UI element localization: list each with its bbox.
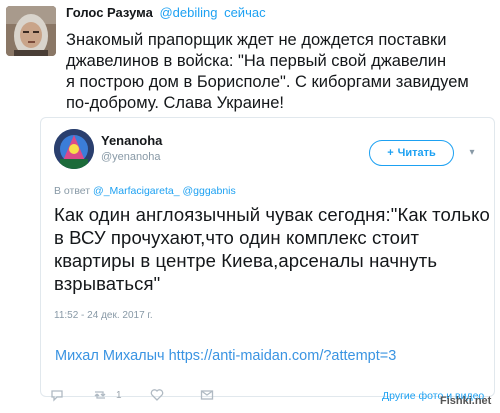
avatar-character-icon <box>54 129 94 169</box>
like-icon[interactable] <box>150 388 164 405</box>
user-handle[interactable]: @debiling <box>159 5 217 20</box>
top-tweet: Голос Разума @debiling сейчас Знакомый п… <box>0 0 500 120</box>
avatar-portrait-icon <box>6 6 56 56</box>
tweet-text: Знакомый прапорщик ждет не дождется пост… <box>66 31 469 112</box>
direct-message-icon[interactable] <box>200 388 214 405</box>
action-bar: 1 Другие фото и видео <box>40 383 495 411</box>
tweet-header: Голос Разума @debiling сейчас <box>66 5 266 20</box>
retweet-count: 1 <box>116 390 122 401</box>
embedded-tweet-timestamp[interactable]: 11:52 - 24 дек. 2017 г. <box>54 310 153 321</box>
reply-prefix: В ответ <box>54 185 91 197</box>
comment-link-line[interactable]: Михал Михалыч https://anti-maidan.com/?a… <box>55 348 396 364</box>
follow-button-label: Читать <box>397 147 436 159</box>
tweet-time[interactable]: сейчас <box>224 5 266 20</box>
chevron-down-icon[interactable]: ▾ <box>466 147 478 159</box>
add-user-icon: + <box>387 147 394 159</box>
user-avatar[interactable] <box>6 6 56 56</box>
embedded-tweet-text: Как один англоязычный чувак сегодня:"Как… <box>54 204 490 294</box>
reply-mentions[interactable]: @_Marfacigareta_ @gggabnis <box>93 185 236 197</box>
retweet-icon[interactable] <box>92 388 108 405</box>
reply-to-line: В ответ @_Marfacigareta_ @gggabnis <box>54 185 236 197</box>
reply-icon[interactable] <box>50 388 64 405</box>
embedded-user-name[interactable]: Yenanoha <box>101 133 162 148</box>
follow-button[interactable]: + Читать <box>369 140 454 166</box>
embedded-user-handle[interactable]: @yenanoha <box>101 151 161 163</box>
user-name[interactable]: Голос Разума <box>66 5 153 20</box>
watermark: Fishki.net <box>440 395 492 407</box>
embedded-user-avatar[interactable] <box>54 129 94 169</box>
